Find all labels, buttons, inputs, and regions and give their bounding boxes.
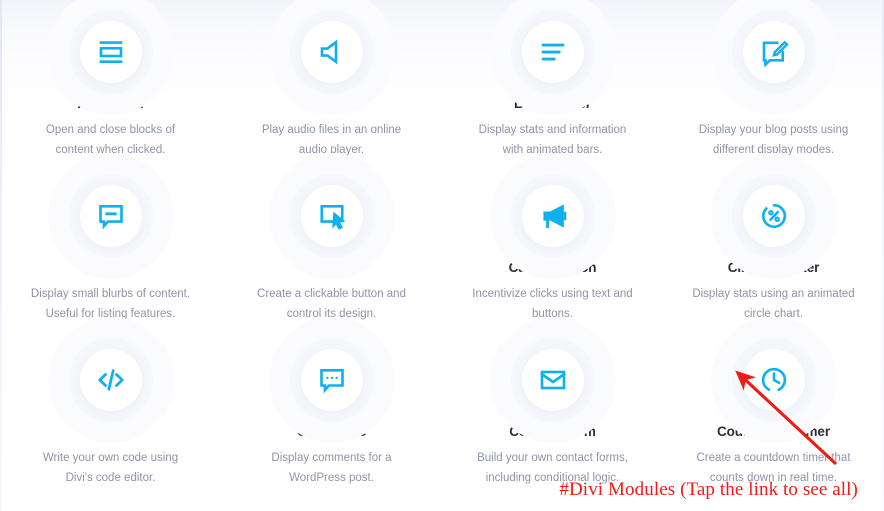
module-description-line2: circle chart. <box>744 307 803 320</box>
module-description-line2: different display modes. <box>712 143 835 156</box>
module-card[interactable]: Accordion Open and close blocks of conte… <box>0 0 221 174</box>
module-description-line1: Open and close blocks of <box>45 123 176 136</box>
module-description-line1: Incentivize clicks using text and <box>472 287 633 300</box>
module-card[interactable]: Blurb Display small blurbs of content. U… <box>0 153 221 338</box>
module-description: Play audio files in an online audio play… <box>234 120 430 160</box>
module-title: Call To Action <box>508 260 597 275</box>
module-icon-wrap <box>710 153 838 279</box>
module-description: Display stats using an animated circle c… <box>676 284 872 324</box>
module-icon-wrap <box>489 153 617 279</box>
module-card[interactable]: Button Create a clickable button and con… <box>221 153 442 338</box>
module-description-line2: audio player. <box>298 143 365 156</box>
module-description-line2: buttons. <box>532 307 573 320</box>
module-title: Button <box>310 260 353 275</box>
module-description: Write your own code using Divi's code ed… <box>13 448 209 488</box>
module-icon-wrap <box>268 153 396 279</box>
module-icon-wrap <box>47 317 175 443</box>
module-description-line1: Build your own contact forms, <box>477 451 628 464</box>
module-description: Open and close blocks of content when cl… <box>13 120 209 160</box>
module-description: Incentivize clicks using text and button… <box>455 284 651 324</box>
comments-bubble-icon <box>300 349 363 411</box>
module-card[interactable]: Call To Action Incentivize clicks using … <box>442 153 663 338</box>
module-description-line1: Create a clickable button and <box>257 287 406 300</box>
module-description-line2: WordPress post. <box>289 471 374 484</box>
annotation-caption: #Divi Modules (Tap the link to see all) <box>559 479 858 500</box>
circle-percent-icon <box>742 185 805 247</box>
module-icon-wrap <box>47 153 175 279</box>
module-title: Audio <box>312 96 351 111</box>
module-title: Code <box>93 424 128 439</box>
module-description-line2: with animated bars. <box>502 143 603 156</box>
module-description-line1: Display stats and information <box>478 123 627 136</box>
divi-modules-page: Accordion Open and close blocks of conte… <box>0 0 884 511</box>
module-description-line1: Create a countdown timer that <box>696 451 851 464</box>
code-brackets-icon <box>79 349 142 411</box>
module-description: Display your blog posts using different … <box>676 120 872 160</box>
module-card[interactable]: Bar Counter Display stats and informatio… <box>442 0 663 174</box>
blog-pencil-icon <box>742 21 805 83</box>
module-description-line2: control its design. <box>286 307 377 320</box>
module-card[interactable]: Circle Counter Display stats using an an… <box>663 153 884 338</box>
module-title: Blurb <box>93 260 128 275</box>
module-title: Comments <box>297 424 366 439</box>
module-description: Create a clickable button and control it… <box>234 284 430 324</box>
blurb-speech-bubble-icon <box>79 185 142 247</box>
module-description: Display stats and information with anima… <box>455 120 651 160</box>
module-icon-wrap <box>47 0 175 115</box>
module-card[interactable]: Countdown Timer Create a countdown timer… <box>663 317 884 502</box>
module-card[interactable]: Code Write your own code using Divi's co… <box>0 317 221 502</box>
module-title: Circle Counter <box>727 260 820 275</box>
module-card[interactable]: Blog Display your blog posts using diffe… <box>663 0 884 174</box>
module-description-line1: Display your blog posts using <box>698 123 849 136</box>
clock-timer-icon <box>742 349 805 411</box>
module-description-line1: Write your own code using <box>42 451 179 464</box>
module-title: Countdown Timer <box>717 424 830 439</box>
module-description: Display small blurbs of content. Useful … <box>13 284 209 324</box>
module-title: Contact Form <box>509 424 596 439</box>
button-cursor-icon <box>300 185 363 247</box>
module-icon-wrap <box>489 0 617 115</box>
module-icon-wrap <box>489 317 617 443</box>
module-description: Display comments for a WordPress post. <box>234 448 430 488</box>
module-description-line1: Display comments for a <box>271 451 392 464</box>
envelope-icon <box>521 349 584 411</box>
modules-grid: Accordion Open and close blocks of conte… <box>0 0 884 502</box>
module-description-line1: Display small blurbs of content. <box>30 287 191 300</box>
module-card[interactable]: Comments Display comments for a WordPres… <box>221 317 442 502</box>
bar-counter-icon <box>521 21 584 83</box>
module-description-line1: Play audio files in an online <box>261 123 402 136</box>
module-title: Blog <box>758 96 789 111</box>
module-card[interactable]: Audio Play audio files in an online audi… <box>221 0 442 174</box>
module-title: Accordion <box>77 96 144 111</box>
audio-speaker-icon <box>300 21 363 83</box>
accordion-icon <box>79 21 142 83</box>
module-description-line2: Useful for listing features. <box>45 307 176 320</box>
module-description-line2: Divi's code editor. <box>65 471 156 484</box>
module-icon-wrap <box>268 317 396 443</box>
module-title: Bar Counter <box>514 96 591 111</box>
module-icon-wrap <box>268 0 396 115</box>
module-card[interactable]: Contact Form Build your own contact form… <box>442 317 663 502</box>
megaphone-icon <box>521 185 584 247</box>
module-icon-wrap <box>710 317 838 443</box>
module-icon-wrap <box>710 0 838 115</box>
module-description-line1: Display stats using an animated <box>692 287 855 300</box>
module-description-line2: content when clicked. <box>55 143 166 156</box>
